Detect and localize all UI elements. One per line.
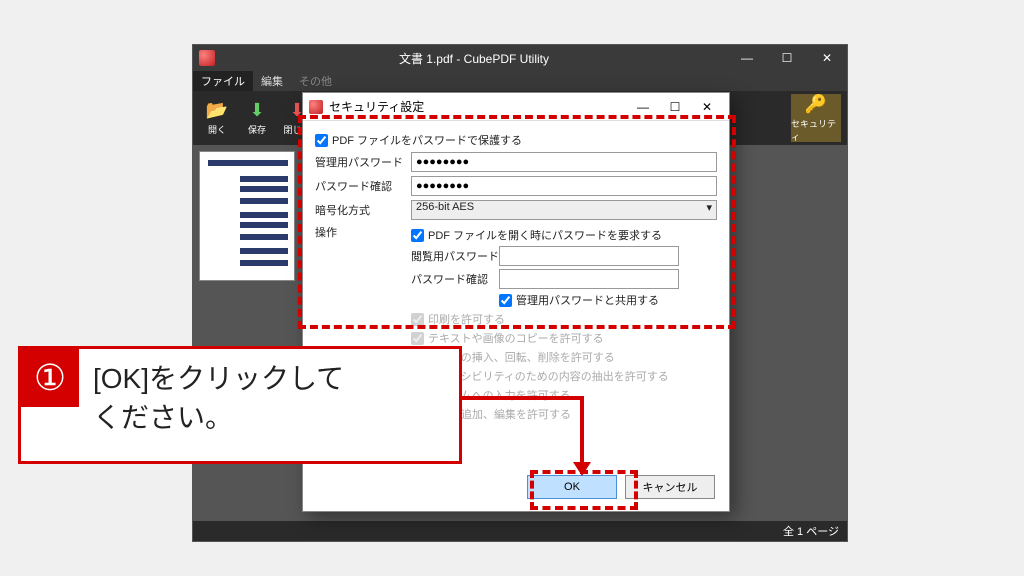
ops-label: 操作: [315, 224, 411, 240]
view-pw-input[interactable]: [499, 246, 679, 266]
protect-checkbox[interactable]: [315, 134, 328, 147]
minimize-button[interactable]: —: [727, 45, 767, 71]
close-button[interactable]: ✕: [807, 45, 847, 71]
dialog-maximize-button[interactable]: ☐: [659, 96, 691, 118]
encryption-label: 暗号化方式: [315, 202, 411, 218]
allow-copy-checkbox: [411, 332, 424, 345]
annotation-arrow-horizontal: [460, 396, 584, 400]
view-confirm-label: パスワード確認: [411, 271, 499, 287]
dialog-titlebar: セキュリティ設定 — ☐ ✕: [303, 93, 729, 121]
share-admin-checkbox[interactable]: [499, 294, 512, 307]
status-bar: 全 1 ページ: [193, 521, 847, 541]
menu-other[interactable]: その他: [291, 71, 340, 91]
key-icon: 🔑: [805, 94, 827, 115]
encryption-select[interactable]: 256-bit AES▾: [411, 200, 717, 220]
menu-bar: ファイル 編集 その他: [193, 71, 847, 91]
dialog-minimize-button[interactable]: —: [627, 96, 659, 118]
ok-button[interactable]: OK: [527, 475, 617, 499]
menu-file[interactable]: ファイル: [193, 71, 253, 91]
save-icon: ⬇: [249, 100, 264, 121]
view-confirm-input[interactable]: [499, 269, 679, 289]
callout-number: ①: [21, 349, 79, 407]
chevron-down-icon: ▾: [706, 201, 712, 214]
folder-open-icon: 📂: [206, 100, 228, 121]
maximize-button[interactable]: ☐: [767, 45, 807, 71]
callout-text: [OK]をクリックして ください。: [79, 349, 358, 461]
tool-security[interactable]: 🔑セキュリティ: [791, 94, 841, 142]
view-pw-label: 閲覧用パスワード: [411, 248, 499, 264]
annotation-arrow-vertical: [580, 396, 584, 474]
allow-print-checkbox: [411, 313, 424, 326]
window-title: 文書 1.pdf - CubePDF Utility: [221, 50, 727, 67]
instruction-callout: ① [OK]をクリックして ください。: [18, 346, 462, 464]
main-titlebar: 文書 1.pdf - CubePDF Utility — ☐ ✕: [193, 45, 847, 71]
tool-save[interactable]: ⬇保存: [239, 94, 275, 142]
cancel-button[interactable]: キャンセル: [625, 475, 715, 499]
page-thumbnail[interactable]: [199, 151, 295, 281]
admin-pw-input[interactable]: [411, 152, 717, 172]
dialog-app-icon: [309, 100, 323, 114]
dialog-footer: OK キャンセル: [527, 475, 715, 499]
require-pw-checkbox[interactable]: [411, 229, 424, 242]
page-count: 全 1 ページ: [783, 523, 839, 539]
protect-checkbox-row: PDF ファイルをパスワードで保護する: [315, 132, 717, 148]
thumbnail-sidebar: [193, 145, 301, 521]
tool-open[interactable]: 📂開く: [199, 94, 235, 142]
menu-edit[interactable]: 編集: [253, 71, 291, 91]
dialog-title: セキュリティ設定: [329, 98, 424, 115]
app-icon: [199, 50, 215, 66]
admin-pw-label: 管理用パスワード: [315, 154, 411, 170]
confirm-pw-input[interactable]: [411, 176, 717, 196]
protect-label: PDF ファイルをパスワードで保護する: [332, 132, 522, 148]
dialog-close-button[interactable]: ✕: [691, 96, 723, 118]
confirm-pw-label: パスワード確認: [315, 178, 411, 194]
